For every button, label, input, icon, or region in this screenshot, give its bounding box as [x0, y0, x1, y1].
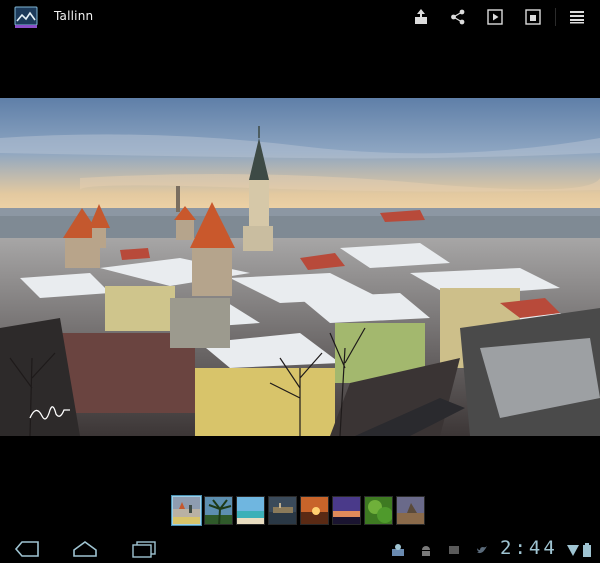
slideshow-icon[interactable]: [484, 6, 506, 28]
thumbnail-sunset[interactable]: [300, 496, 329, 525]
filmstrip: [172, 496, 425, 527]
thumbnail-coast[interactable]: [396, 496, 425, 525]
thumbnail-harbor[interactable]: [268, 496, 297, 525]
page-title: Tallinn: [54, 9, 94, 23]
thumbnail-palm-tree[interactable]: [204, 496, 233, 525]
notification-android-icon[interactable]: [419, 542, 433, 556]
thumbnail-beach[interactable]: [236, 496, 265, 525]
notification-user-icon[interactable]: [391, 542, 405, 556]
thumbnail-tallinn-city[interactable]: [172, 496, 201, 525]
thumbnail-dusk-sky[interactable]: [332, 496, 361, 525]
action-bar-divider: [555, 8, 556, 26]
system-bar: 2:44: [0, 533, 600, 563]
overflow-menu-icon[interactable]: [566, 6, 588, 28]
thumbnail-green-foliage[interactable]: [364, 496, 393, 525]
wifi-icon: [566, 542, 580, 556]
gallery-app-icon[interactable]: [14, 6, 38, 28]
home-icon[interactable]: [72, 540, 98, 558]
share-upload-icon[interactable]: [410, 6, 432, 28]
system-clock[interactable]: 2:44: [500, 537, 558, 559]
battery-icon: [582, 542, 592, 557]
action-bar: Tallinn: [0, 0, 600, 34]
recent-apps-icon[interactable]: [131, 540, 157, 558]
set-as-icon[interactable]: [522, 6, 544, 28]
back-icon[interactable]: [14, 540, 40, 558]
main-photo[interactable]: [0, 98, 600, 436]
notification-message-icon[interactable]: [447, 542, 461, 556]
notification-twitter-icon[interactable]: [475, 542, 489, 556]
share-icon[interactable]: [447, 6, 469, 28]
